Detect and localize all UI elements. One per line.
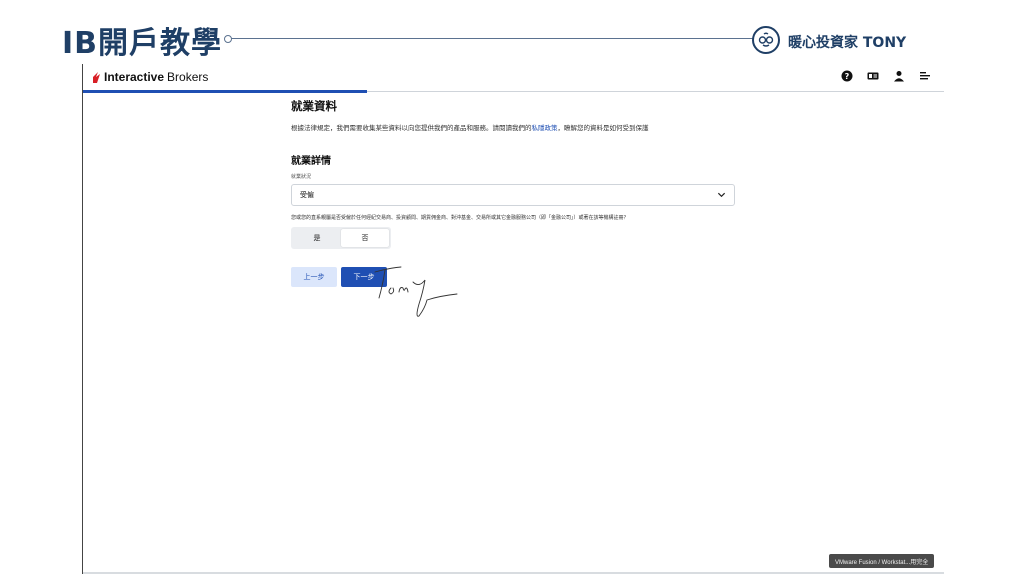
employment-status-value: 受僱: [300, 191, 314, 199]
slide-title: IB開戶教學: [62, 26, 223, 61]
browser-screen: Interactive Brokers ? 就業資料 根據法律規定，我們需要收集某…: [82, 64, 944, 574]
financial-firm-question: 您或您的直系親屬是否受僱於任何經紀交易商、投資顧問、期貨佣金商、對沖基金、交易所…: [291, 215, 629, 221]
handwritten-signature: [374, 266, 458, 317]
previous-button[interactable]: 上一步: [291, 267, 337, 287]
brand-name: 暖心投資家 TONY: [788, 35, 907, 51]
id-card-icon[interactable]: [867, 70, 879, 82]
ib-flame-icon: [91, 71, 101, 84]
employment-status-label: 就業狀況: [291, 174, 312, 180]
page-title: 就業資料: [291, 99, 337, 113]
ib-logo[interactable]: Interactive Brokers: [91, 70, 208, 84]
employment-form: 就業資料 根據法律規定，我們需要收集某些資料以向您提供我們的產品和服務。請閱讀我…: [291, 98, 751, 287]
logo-text-bold: Interactive: [104, 70, 165, 84]
employment-status-select[interactable]: 受僱: [291, 184, 735, 206]
menu-icon[interactable]: [919, 70, 931, 82]
user-icon[interactable]: [893, 70, 905, 82]
option-no[interactable]: 否: [341, 229, 389, 247]
form-actions: 上一步 下一步: [291, 267, 751, 287]
svg-text:?: ?: [845, 72, 850, 81]
app-header: Interactive Brokers ?: [83, 64, 944, 90]
logo-text-light: Brokers: [167, 70, 209, 84]
option-yes[interactable]: 是: [293, 229, 341, 247]
intro-text-after: ，瞭解您的資料是如何受到保護: [557, 124, 649, 132]
screen-bottom-edge: [83, 572, 944, 574]
vmware-tooltip: VMware Fusion / Workstat...用完全: [829, 554, 935, 568]
chevron-down-icon: [717, 190, 726, 201]
progress-track: [367, 91, 944, 92]
intro-text-before: 根據法律規定，我們需要收集某些資料以向您提供我們的產品和服務。請閱讀我們的: [291, 124, 532, 132]
progress-bar: [83, 90, 367, 93]
privacy-policy-link[interactable]: 私隱政策: [532, 124, 558, 132]
section-title: 就業詳情: [291, 156, 331, 167]
yes-no-toggle: 是 否: [291, 227, 391, 249]
intro-text: 根據法律規定，我們需要收集某些資料以向您提供我們的產品和服務。請閱讀我們的私隱政…: [291, 122, 751, 132]
brand-logo-icon: [752, 26, 780, 54]
header-divider: [224, 35, 758, 43]
help-icon[interactable]: ?: [841, 70, 853, 82]
header-icons: ?: [841, 70, 931, 82]
